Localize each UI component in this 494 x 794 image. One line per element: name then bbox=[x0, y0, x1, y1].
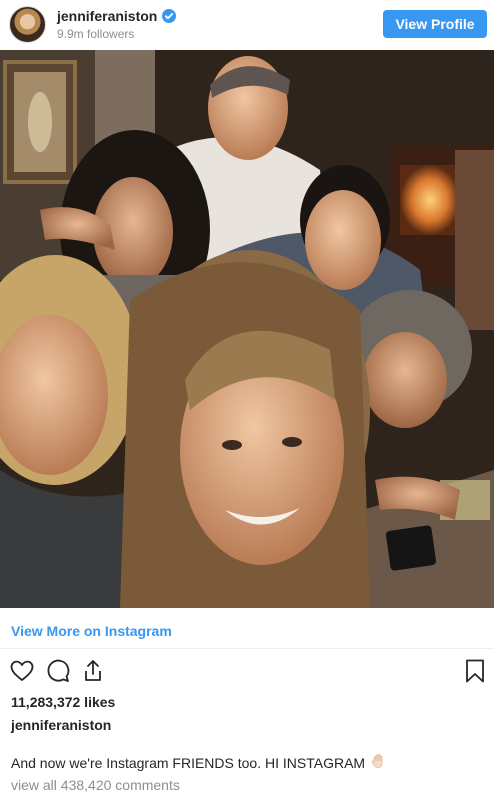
post-caption: And now we're Instagram FRIENDS too. HI … bbox=[11, 753, 386, 772]
action-bar bbox=[0, 658, 494, 686]
heart-icon[interactable] bbox=[9, 658, 37, 686]
share-icon[interactable] bbox=[80, 658, 108, 686]
post-photo[interactable] bbox=[0, 50, 494, 608]
view-all-comments-link[interactable]: view all 438,420 comments bbox=[11, 777, 180, 793]
verified-badge-icon bbox=[162, 9, 177, 23]
avatar[interactable] bbox=[9, 6, 46, 43]
follower-count: 9.9m followers bbox=[57, 27, 135, 41]
divider bbox=[0, 648, 494, 649]
comment-icon[interactable] bbox=[45, 658, 73, 686]
like-count[interactable]: 11,283,372 likes bbox=[11, 694, 115, 710]
waving-hand-icon bbox=[370, 753, 386, 772]
post-header: jenniferaniston 9.9m followers View Prof… bbox=[0, 0, 494, 49]
view-more-on-instagram-link[interactable]: View More on Instagram bbox=[11, 623, 172, 639]
view-profile-button[interactable]: View Profile bbox=[383, 10, 487, 38]
caption-text: And now we're Instagram FRIENDS too. HI … bbox=[11, 754, 366, 771]
username-row: jenniferaniston bbox=[57, 8, 177, 24]
bookmark-icon[interactable] bbox=[462, 658, 490, 686]
post-author[interactable]: jenniferaniston bbox=[11, 717, 111, 733]
username[interactable]: jenniferaniston bbox=[57, 8, 157, 24]
group-selfie-image bbox=[0, 50, 494, 608]
